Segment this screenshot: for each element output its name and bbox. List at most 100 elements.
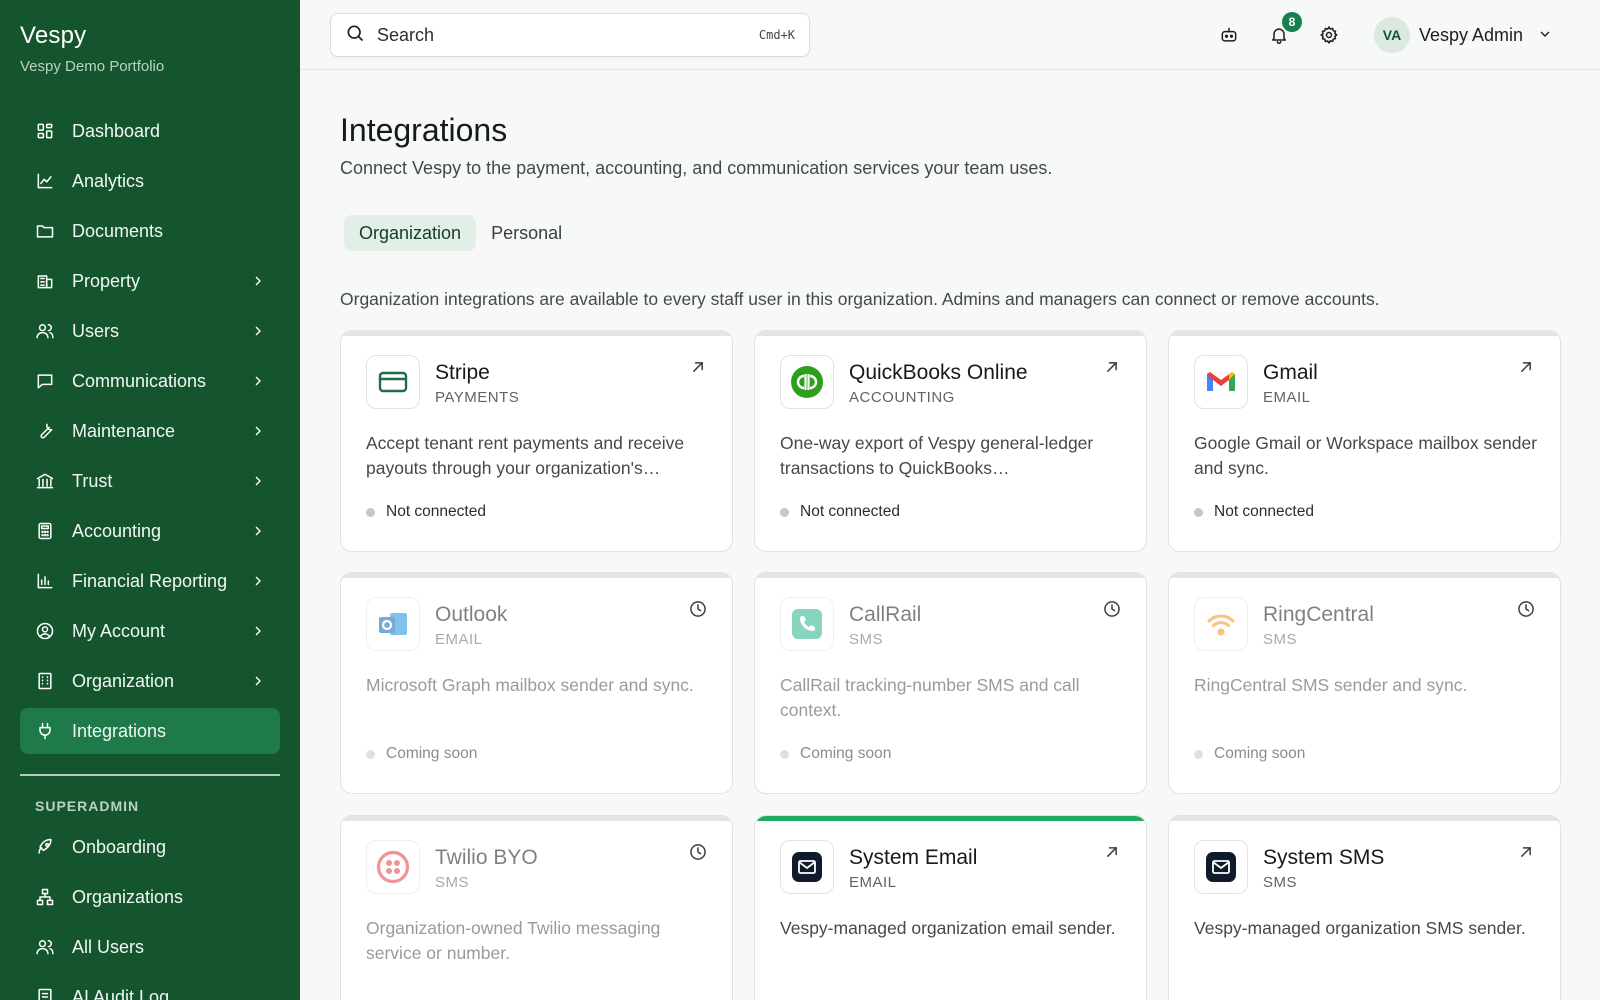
office-icon	[34, 670, 56, 692]
chevron-right-icon	[250, 473, 266, 489]
superadmin-item-onboarding[interactable]: Onboarding	[20, 824, 280, 870]
sidebar-item-communications[interactable]: Communications	[20, 358, 280, 404]
chevron-right-icon	[250, 673, 266, 689]
integration-description: Vespy-managed organization SMS sender.	[1194, 918, 1526, 938]
sidebar-item-trust[interactable]: Trust	[20, 458, 280, 504]
card-accent-bar	[755, 816, 1146, 821]
integration-name: Stripe	[435, 361, 490, 384]
status-dot-icon	[366, 749, 375, 759]
integration-name: QuickBooks Online	[849, 361, 1028, 384]
status-indicator: Not connected	[780, 503, 900, 521]
user-name[interactable]: Vespy Admin	[1419, 25, 1523, 46]
sidebar-item-label: Users	[72, 320, 120, 341]
tab-organization[interactable]: Organization	[344, 215, 477, 251]
integration-name: RingCentral	[1263, 603, 1374, 626]
integration-card-outlook[interactable]: Outlook EMAIL Microsoft Graph mailbox send…	[340, 572, 733, 794]
bar-chart-icon	[34, 570, 56, 592]
integration-name: Twilio BYO	[435, 846, 538, 869]
status-indicator: Coming soon	[1194, 745, 1305, 763]
sidebar-item-label: Maintenance	[72, 420, 176, 441]
card-accent-bar	[341, 573, 732, 578]
status-text: Coming soon	[1214, 745, 1306, 762]
card-accent-bar	[1169, 331, 1560, 336]
integration-description: CallRail tracking-number SMS and call co…	[780, 675, 1080, 720]
tab-personal[interactable]: Personal	[476, 215, 577, 251]
avatar[interactable]: VA	[1374, 17, 1410, 53]
sidebar-item-label: Organizations	[72, 886, 184, 907]
integration-card-callrail[interactable]: CallRail SMS CallRail tracking-number SMS …	[754, 572, 1147, 794]
integration-card-gmail[interactable]: Gmail EMAIL Google Gmail or Workspace mail…	[1168, 330, 1561, 552]
integration-card-twilio-byo[interactable]: Twilio BYO SMS Organization-owned Twilio m…	[340, 815, 733, 1000]
sidebar-item-maintenance[interactable]: Maintenance	[20, 408, 280, 454]
search-shortcut: Cmd+K	[758, 28, 795, 42]
superadmin-item-ai-audit-log[interactable]: AI Audit Log	[20, 974, 280, 1000]
superadmin-item-all-users[interactable]: All Users	[20, 924, 280, 970]
external-link-icon[interactable]	[1102, 842, 1122, 862]
integration-card-stripe[interactable]: Stripe PAYMENTS Accept tenant rent payment…	[340, 330, 733, 552]
callrail-logo-icon	[780, 597, 834, 651]
integration-card-system-sms[interactable]: System SMS SMS Vespy-managed organization …	[1168, 815, 1561, 1000]
outlook-logo-icon	[366, 597, 420, 651]
sidebar-item-label: Integrations	[72, 720, 167, 741]
users-icon	[34, 320, 56, 342]
sidebar-item-label: All Users	[72, 936, 145, 957]
chart-line-icon	[34, 170, 56, 192]
integration-category: EMAIL	[435, 631, 483, 648]
superadmin-item-organizations[interactable]: Organizations	[20, 874, 280, 920]
integration-card-quickbooks-online[interactable]: QuickBooks Online ACCOUNTING One-way expor…	[754, 330, 1147, 552]
chevron-down-icon[interactable]	[1537, 26, 1553, 47]
sidebar-item-label: Property	[72, 270, 141, 291]
brand: Vespy Vespy Demo Portfolio	[20, 22, 164, 75]
sidebar-item-label: Documents	[72, 220, 164, 241]
brand-name[interactable]: Vespy	[20, 22, 164, 50]
sidebar-item-accounting[interactable]: Accounting	[20, 508, 280, 554]
integration-card-ringcentral[interactable]: RingCentral SMS RingCentral SMS sender and…	[1168, 572, 1561, 794]
sitemap-icon	[34, 886, 56, 908]
bot-icon[interactable]	[1216, 22, 1242, 48]
sidebar-item-users[interactable]: Users	[20, 308, 280, 354]
integration-description: Organization-owned Twilio messaging serv…	[366, 918, 661, 963]
search-input[interactable]: Search Cmd+K	[330, 13, 810, 57]
page-title: Integrations	[340, 112, 508, 148]
external-link-icon[interactable]	[1516, 357, 1536, 377]
quickbooks-logo-icon	[780, 355, 834, 409]
sidebar-item-my-account[interactable]: My Account	[20, 608, 280, 654]
sidebar-item-documents[interactable]: Documents	[20, 208, 280, 254]
sidebar-item-label: Organization	[72, 670, 175, 691]
nav-divider	[20, 774, 280, 776]
integration-category: PAYMENTS	[435, 389, 520, 406]
sidebar-item-financial-reporting[interactable]: Financial Reporting	[20, 558, 280, 604]
external-link-icon[interactable]	[1516, 842, 1536, 862]
portfolio-name: Vespy Demo Portfolio	[20, 58, 165, 75]
sidebar-item-label: Dashboard	[72, 120, 161, 141]
card-accent-bar	[1169, 573, 1560, 578]
sidebar-item-organization[interactable]: Organization	[20, 658, 280, 704]
sidebar: Vespy Vespy Demo Portfolio Dashboard Anal…	[0, 0, 300, 1000]
external-link-icon[interactable]	[688, 357, 708, 377]
sidebar-item-integrations[interactable]: Integrations	[20, 708, 280, 754]
sidebar-item-analytics[interactable]: Analytics	[20, 158, 280, 204]
external-link-icon[interactable]	[1102, 357, 1122, 377]
mail-icon	[1194, 840, 1248, 894]
gear-icon[interactable]	[1316, 22, 1342, 48]
sidebar-item-label: Onboarding	[72, 836, 167, 857]
notification-badge: 8	[1282, 12, 1302, 32]
stripe-card-icon	[366, 355, 420, 409]
status-dot-icon	[780, 749, 789, 759]
building-icon	[34, 270, 56, 292]
sidebar-item-label: Accounting	[72, 520, 162, 541]
log-icon	[34, 986, 56, 1000]
bank-icon	[34, 470, 56, 492]
sidebar-item-property[interactable]: Property	[20, 258, 280, 304]
calculator-icon	[34, 520, 56, 542]
status-dot-icon	[1194, 749, 1203, 759]
integration-name: Gmail	[1263, 361, 1318, 384]
status-dot-icon	[366, 507, 375, 517]
chevron-right-icon	[250, 523, 266, 539]
integration-card-system-email[interactable]: System Email EMAIL Vespy-managed organizat…	[754, 815, 1147, 1000]
card-accent-bar	[755, 573, 1146, 578]
integration-description: Google Gmail or Workspace mailbox sender…	[1194, 433, 1538, 478]
sidebar-item-label: Trust	[72, 470, 113, 491]
sidebar-item-label: My Account	[72, 620, 166, 641]
sidebar-item-dashboard[interactable]: Dashboard	[20, 108, 280, 154]
